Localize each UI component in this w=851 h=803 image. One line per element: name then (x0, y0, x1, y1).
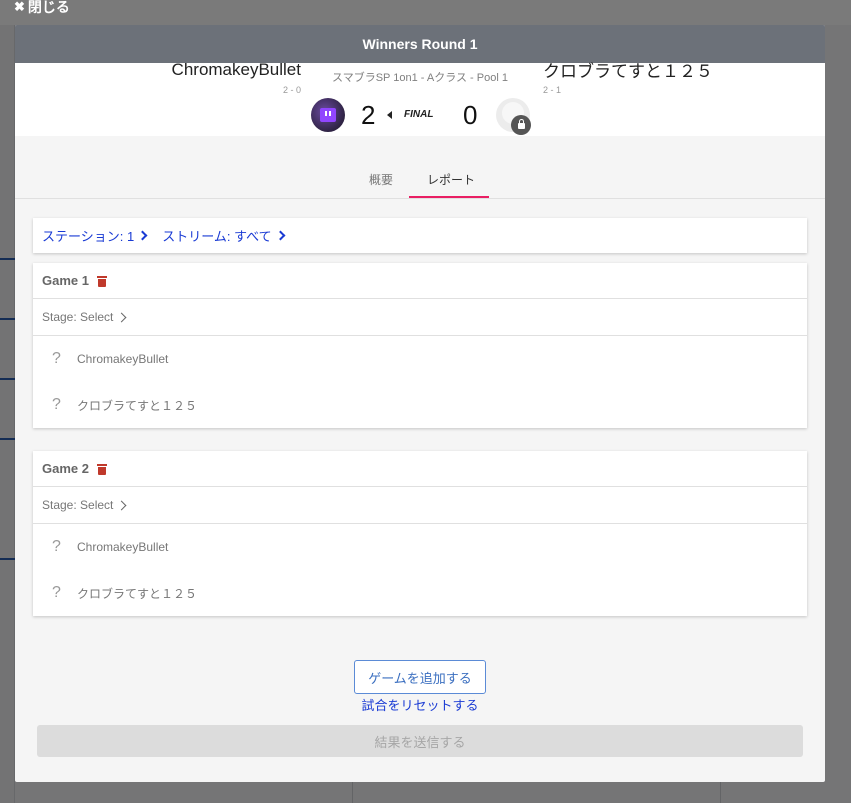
game-card: Game 2 Stage: Select ? ChromakeyBullet ?… (33, 451, 807, 616)
reset-match-link[interactable]: 試合をリセットする (15, 695, 825, 714)
stream-selector[interactable]: ストリーム: すべて (162, 226, 286, 245)
close-label: 閉じる (27, 0, 70, 15)
stage-label: Stage: Select (42, 310, 114, 324)
chevron-right-icon (137, 230, 148, 241)
modal-title: Winners Round 1 (362, 36, 478, 52)
active-tab-indicator (409, 196, 489, 198)
match-status: FINAL (404, 109, 434, 120)
chevron-right-icon (116, 500, 127, 510)
game-title: Game 1 (42, 273, 89, 288)
twitch-icon (320, 108, 336, 122)
tab-overview[interactable]: 概要 (369, 171, 393, 188)
chevron-right-icon (116, 312, 127, 322)
trash-icon[interactable] (96, 463, 107, 475)
player2-name: クロブラてすと１２５ (543, 62, 713, 81)
game-card: Game 1 Stage: Select ? ChromakeyBullet ?… (33, 263, 807, 428)
player2-score: 0 (463, 100, 478, 130)
game-header: Game 2 (33, 451, 807, 487)
game-player-name: ChromakeyBullet (77, 540, 169, 554)
player1-avatar (311, 98, 345, 132)
station-stream-bar: ステーション: 1 ストリーム: すべて (33, 218, 807, 253)
tab-bar: 概要 レポート (15, 161, 825, 199)
game-player-row[interactable]: ? ChromakeyBullet (33, 524, 807, 570)
game-player-name: クロブラてすと１２５ (77, 398, 198, 413)
game-player-row[interactable]: ? ChromakeyBullet (33, 336, 807, 382)
player2-avatar (496, 98, 531, 135)
game-player-name: ChromakeyBullet (77, 352, 169, 366)
game-title: Game 2 (42, 461, 89, 476)
add-game-button[interactable]: ゲームを追加する (354, 660, 486, 694)
lock-icon (511, 115, 531, 135)
stage-selector[interactable]: Stage: Select (33, 299, 807, 336)
player1-name: ChromakeyBullet (171, 60, 301, 79)
close-button[interactable]: ✖ 閉じる (14, 0, 70, 17)
tab-report[interactable]: レポート (427, 171, 475, 188)
caret-left-icon (387, 111, 392, 119)
submit-results-button[interactable]: 結果を送信する (37, 725, 803, 757)
game-player-name: クロブラてすと１２５ (77, 586, 198, 601)
player1-score: 2 (361, 100, 376, 130)
player2-record: 2 - 1 (543, 85, 562, 95)
station-selector[interactable]: ステーション: 1 (42, 226, 148, 245)
character-unknown-icon: ? (52, 584, 61, 601)
character-unknown-icon: ? (52, 396, 61, 413)
character-unknown-icon: ? (52, 538, 61, 555)
trash-icon[interactable] (96, 275, 107, 287)
stream-label: ストリーム: すべて (162, 229, 272, 244)
game-player-row[interactable]: ? クロブラてすと１２５ (33, 382, 807, 428)
match-report-modal: Winners Round 1 スマブラSP 1on1 - Aクラス - Poo… (15, 25, 825, 782)
close-icon: ✖ (14, 0, 25, 14)
chevron-right-icon (275, 230, 286, 241)
player1-record: 2 - 0 (282, 85, 301, 95)
game-header: Game 1 (33, 263, 807, 299)
stage-label: Stage: Select (42, 498, 114, 512)
character-unknown-icon: ? (52, 350, 61, 367)
stage-selector[interactable]: Stage: Select (33, 487, 807, 524)
station-label: ステーション: 1 (42, 229, 135, 244)
game-player-row[interactable]: ? クロブラてすと１２５ (33, 570, 807, 616)
